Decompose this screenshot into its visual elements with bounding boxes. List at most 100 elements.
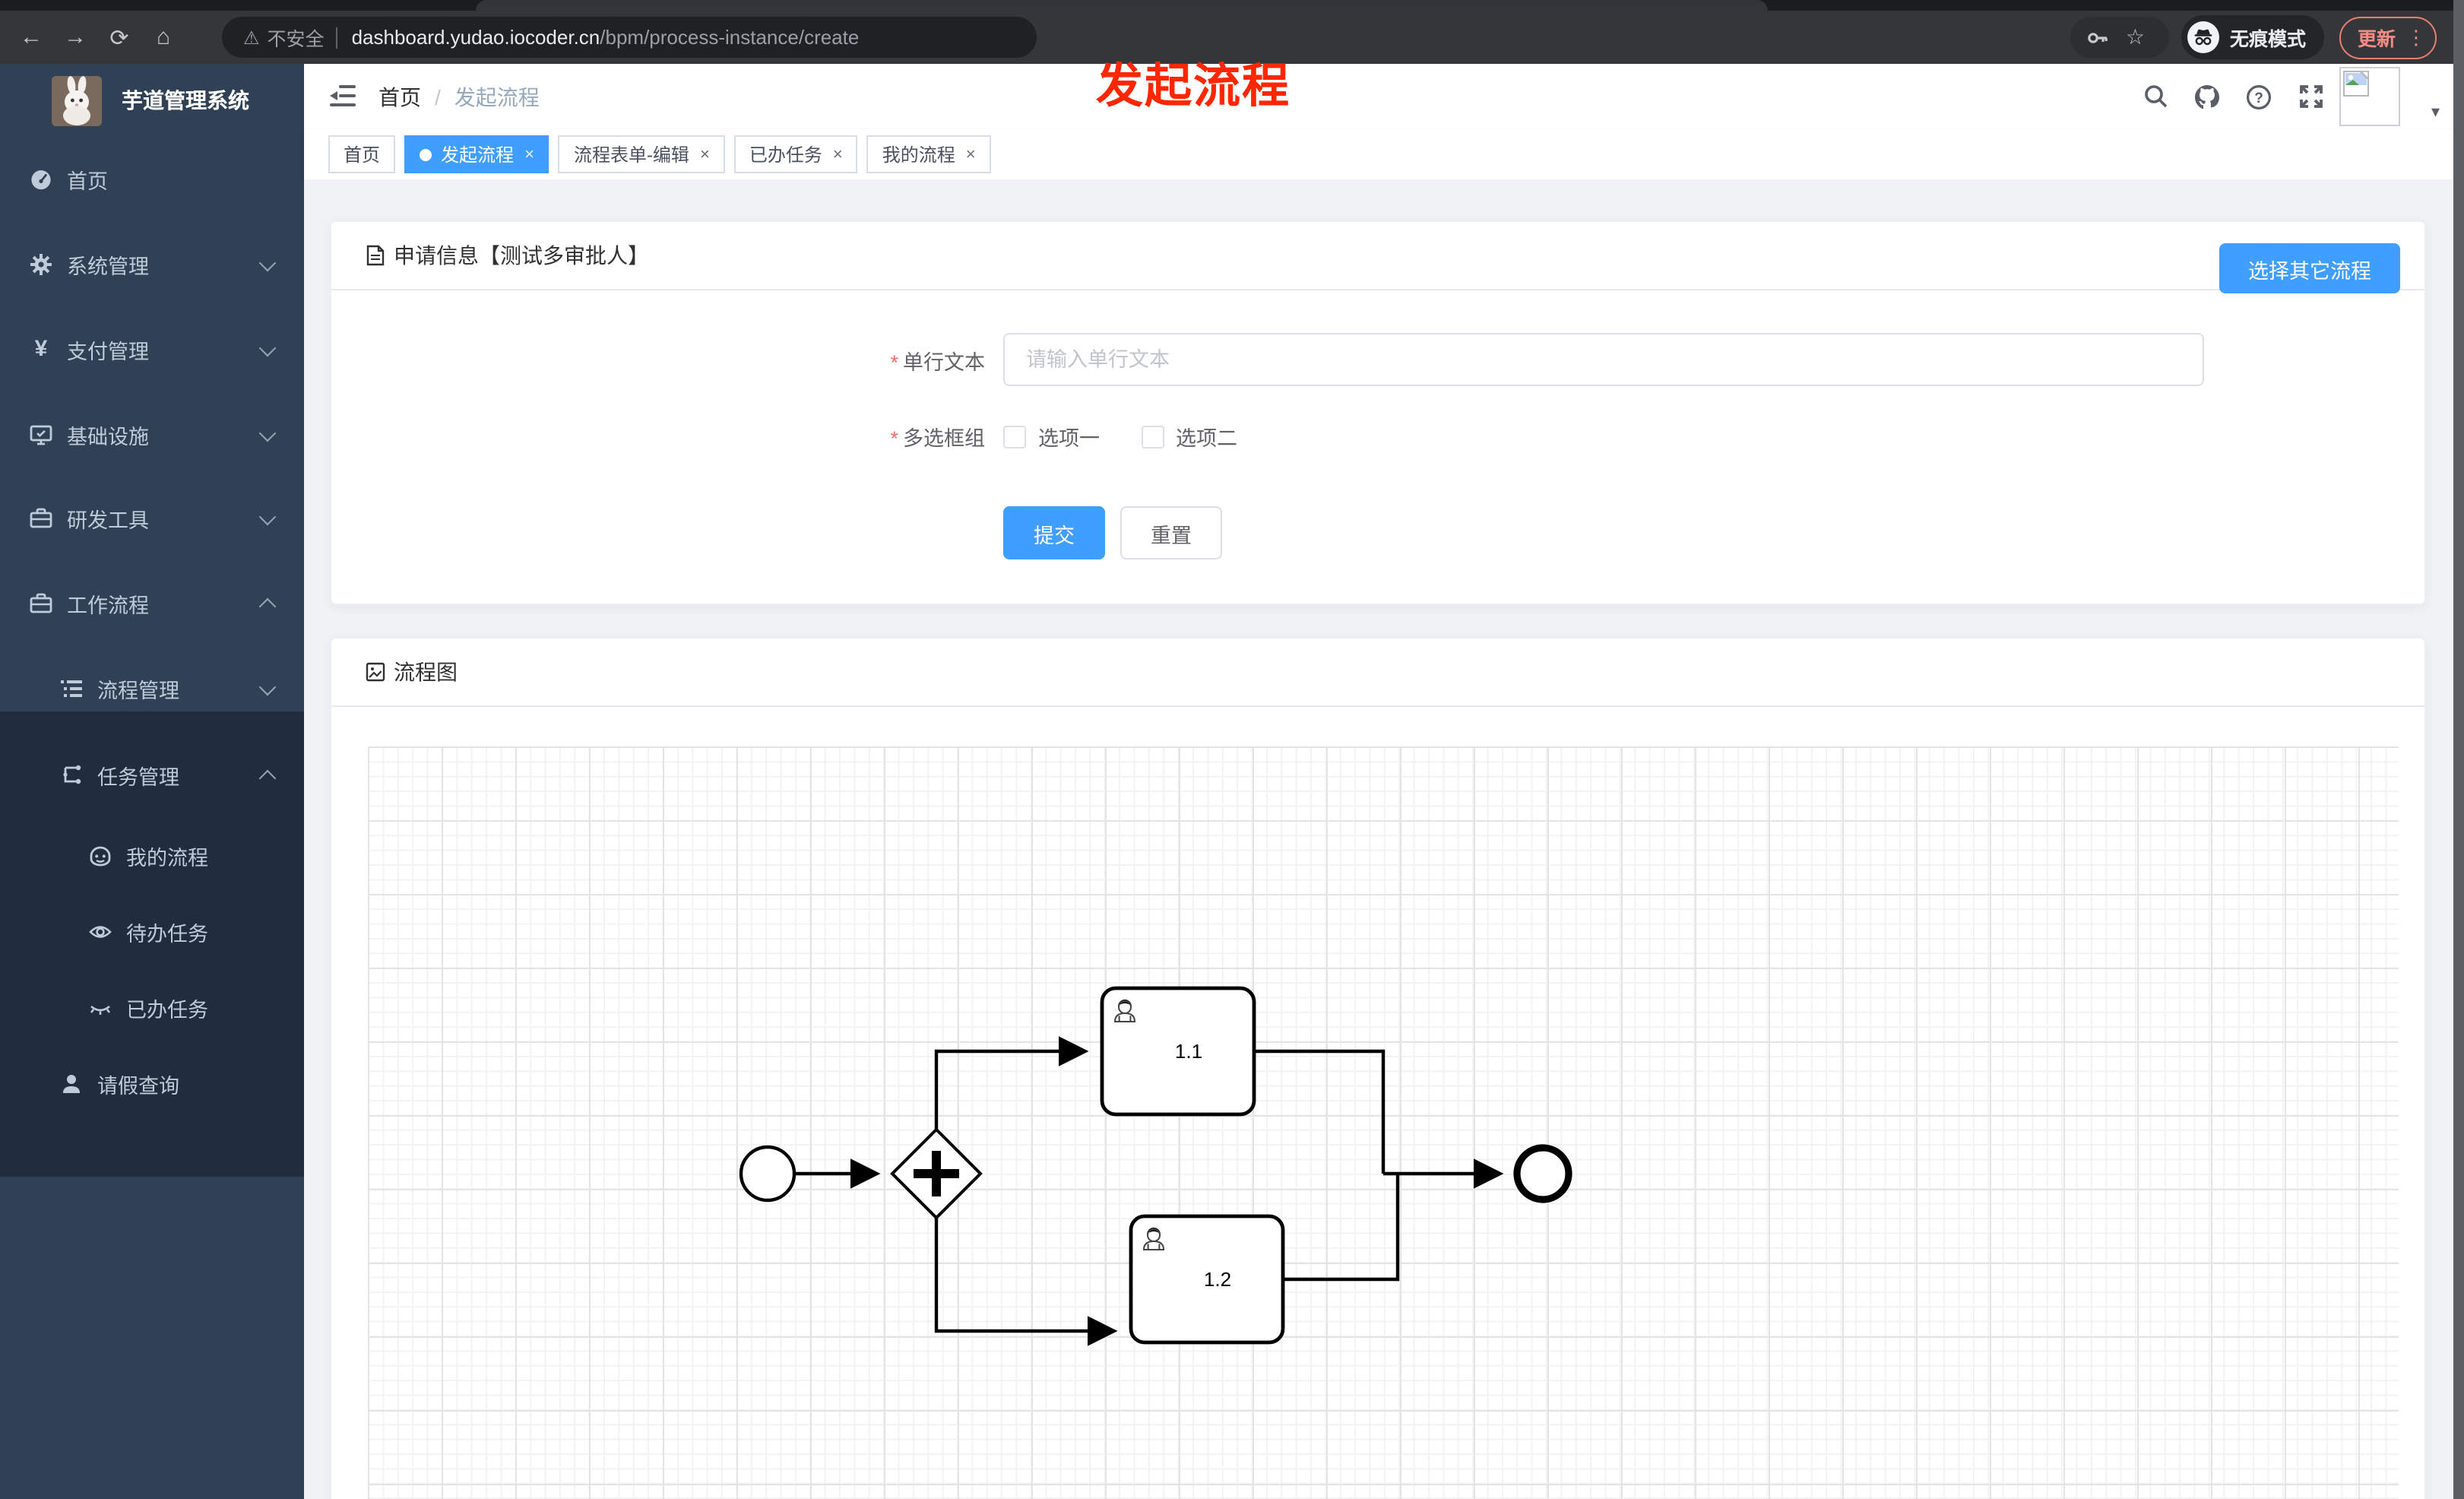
app-title: 芋道管理系统	[122, 88, 249, 113]
sidebar-item-payment[interactable]: ¥ 支付管理	[0, 312, 304, 388]
sidebar-item-label: 待办任务	[126, 923, 208, 946]
chevron-up-icon	[258, 769, 277, 787]
bookmark-star-icon[interactable]: ☆	[2126, 24, 2145, 50]
browser-active-tab[interactable]	[476, 0, 1768, 11]
share-node-icon	[59, 763, 84, 788]
field-label: * 单行文本	[890, 350, 985, 373]
checkbox-box[interactable]	[1003, 425, 1026, 448]
form-actions: 提交 重置	[1003, 506, 1222, 559]
github-icon[interactable]	[2181, 64, 2233, 129]
incognito-label: 无痕模式	[2229, 29, 2306, 50]
flow-diagram-card: 流程图 1.1 1.2	[330, 637, 2426, 1499]
toolbox-icon	[29, 506, 53, 531]
sidebar-item-leave-query[interactable]: 请假查询	[0, 1046, 304, 1122]
bpmn-end-event[interactable]	[1513, 1144, 1572, 1203]
help-icon[interactable]: ?	[2233, 64, 2285, 129]
eye-closed-icon	[88, 996, 112, 1020]
sidebar-item-system[interactable]: 系统管理	[0, 227, 304, 303]
document-icon	[365, 245, 386, 266]
page-scrollbar[interactable]	[2453, 0, 2464, 1499]
fullscreen-icon[interactable]	[2285, 64, 2336, 129]
address-bar[interactable]: ⚠ 不安全 dashboard.yudao.iocoder.cn/bpm/pro…	[222, 17, 1037, 58]
form-row-checkbox: * 多选框组 选项一 选项二	[772, 421, 1278, 452]
sidebar-item-done-tasks[interactable]: 已办任务	[0, 970, 304, 1046]
search-icon[interactable]	[2130, 64, 2181, 129]
yen-icon: ¥	[34, 336, 48, 362]
sidebar-item-devtools[interactable]: 研发工具	[0, 480, 304, 556]
bpmn-canvas[interactable]: 1.1 1.2	[368, 746, 2399, 1499]
app-logo-row[interactable]: 芋道管理系统	[0, 68, 304, 132]
checkbox-box[interactable]	[1141, 425, 1164, 448]
active-tag-dot	[420, 148, 432, 160]
avatar-dropdown-caret-icon[interactable]: ▾	[2431, 102, 2440, 122]
back-icon[interactable]: ←	[9, 24, 53, 50]
reset-button[interactable]: 重置	[1120, 506, 1222, 559]
tag-create-process[interactable]: 发起流程 ×	[404, 135, 549, 173]
checkbox-option-2[interactable]: 选项二	[1141, 421, 1237, 452]
task-label: 1.2	[1204, 1268, 1231, 1291]
edge-gateway-task1	[934, 1036, 1089, 1130]
svg-text:?: ?	[2254, 90, 2263, 106]
reload-icon[interactable]: ⟳	[97, 24, 141, 51]
close-icon[interactable]: ×	[966, 145, 976, 163]
apply-info-title: 申请信息【测试多审批人】	[394, 243, 649, 268]
breadcrumb-home[interactable]: 首页	[378, 81, 421, 112]
single-line-text-input[interactable]	[1003, 333, 2204, 386]
sidebar-item-label: 请假查询	[97, 1075, 179, 1098]
sidebar-item-my-process[interactable]: 我的流程	[0, 818, 304, 894]
sidebar-item-task-mgmt[interactable]: 任务管理	[0, 737, 304, 813]
sidebar-item-label: 流程管理	[97, 680, 179, 702]
choose-other-process-button[interactable]: 选择其它流程	[2219, 243, 2400, 293]
apply-info-card-header: 申请信息【测试多审批人】 选择其它流程	[331, 222, 2424, 293]
sidebar-item-process-mgmt[interactable]: 流程管理	[0, 651, 304, 727]
sidebar-collapse-icon[interactable]	[330, 84, 356, 108]
incognito-badge: 无痕模式	[2181, 15, 2324, 59]
avatar[interactable]	[2339, 67, 2400, 126]
sidebar-item-label: 系统管理	[67, 255, 149, 278]
tag-process-form-edit[interactable]: 流程表单-编辑 ×	[558, 135, 725, 173]
sidebar-item-label: 基础设施	[67, 426, 149, 448]
chevron-down-icon	[258, 507, 277, 525]
update-chip[interactable]: 更新 ⋮	[2339, 16, 2437, 59]
browser-menu-icon[interactable]: ⋮	[2406, 27, 2426, 47]
tag-home[interactable]: 首页	[328, 135, 396, 173]
sidebar-item-label: 首页	[67, 170, 108, 193]
update-label: 更新	[2357, 29, 2396, 50]
edge-task2-merge	[1283, 1174, 1400, 1282]
sidebar-item-label: 研发工具	[67, 509, 149, 532]
sidebar-item-workflow[interactable]: 工作流程	[0, 566, 304, 642]
task-label: 1.1	[1175, 1040, 1202, 1063]
url-host: dashboard.yudao.iocoder.cn	[351, 26, 600, 49]
home-icon[interactable]: ⌂	[141, 24, 185, 50]
app-header: 首页 / 发起流程 ? TT ▾	[304, 64, 2464, 129]
close-icon[interactable]: ×	[700, 145, 710, 163]
tree-list-icon	[59, 677, 84, 701]
chevron-down-icon	[258, 423, 277, 442]
forward-icon[interactable]: →	[53, 24, 97, 50]
bpmn-start-event[interactable]	[739, 1145, 797, 1203]
sidebar-item-todo-tasks[interactable]: 待办任务	[0, 894, 304, 970]
url-divider	[336, 27, 338, 48]
app-logo-avatar	[52, 75, 102, 125]
flow-card-title: 流程图	[394, 660, 458, 684]
image-icon	[365, 661, 386, 683]
main-content: 申请信息【测试多审批人】 选择其它流程 *单行文本 *多选框组 选项一 选项二	[304, 179, 2453, 1499]
tag-done-tasks[interactable]: 已办任务 ×	[733, 135, 858, 173]
eye-open-icon	[88, 920, 112, 944]
checkbox-option-1[interactable]: 选项一	[1003, 421, 1100, 452]
not-secure-warning-icon: ⚠	[243, 27, 260, 48]
checkbox-group: 选项一 选项二	[1003, 421, 1278, 452]
close-icon[interactable]: ×	[524, 145, 534, 163]
sidebar-item-home[interactable]: 首页	[0, 141, 304, 217]
chevron-down-icon	[258, 338, 277, 357]
close-icon[interactable]: ×	[833, 145, 843, 163]
key-icon[interactable]	[2086, 25, 2111, 49]
sidebar-item-label: 支付管理	[67, 341, 149, 363]
gear-icon	[29, 252, 53, 277]
breadcrumb-separator: /	[435, 84, 441, 109]
face-icon	[88, 844, 112, 868]
sidebar: 芋道管理系统 首页 系统管理 ¥ 支付管理 基础设施 研发工具 工作流程 流程管…	[0, 64, 304, 1499]
sidebar-item-infra[interactable]: 基础设施	[0, 397, 304, 473]
tag-my-process[interactable]: 我的流程 ×	[866, 135, 991, 173]
submit-button[interactable]: 提交	[1003, 506, 1105, 559]
